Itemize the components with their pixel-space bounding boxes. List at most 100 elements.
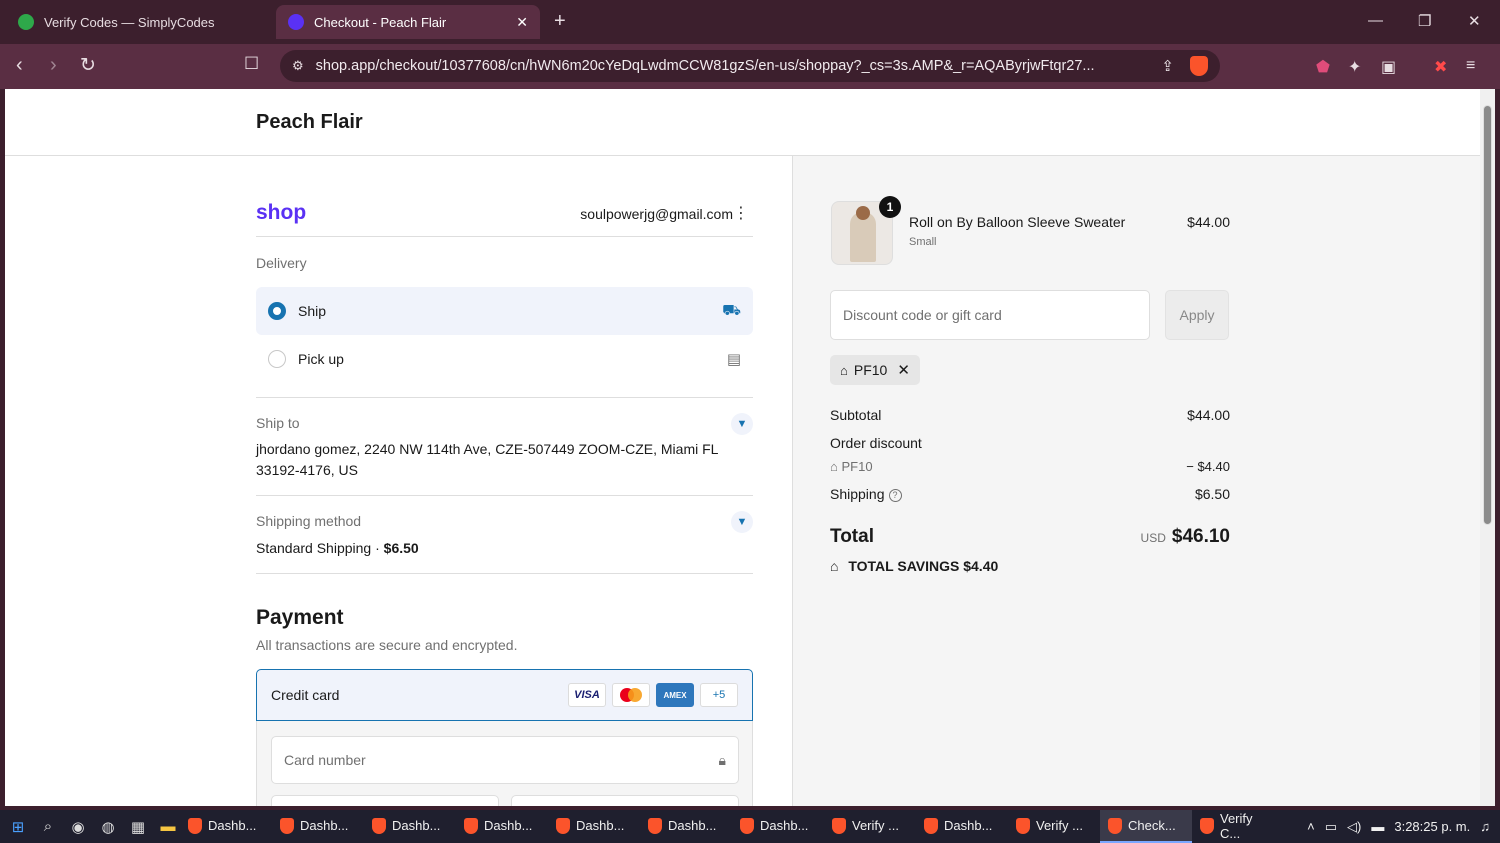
extension-shield-icon[interactable]: ⬟: [1316, 57, 1330, 77]
currency-code: USD: [1140, 531, 1166, 545]
tab-verify-codes[interactable]: Verify Codes — SimplyCodes: [6, 5, 268, 39]
taskbar-item[interactable]: Dashb...: [916, 810, 1008, 843]
ship-to-expand-chevron-down-icon[interactable]: ▼: [731, 413, 753, 435]
shipping-method-price: $6.50: [383, 540, 419, 556]
minimize-icon[interactable]: —: [1368, 12, 1383, 29]
option-label: Pick up: [298, 351, 344, 367]
help-icon[interactable]: ?: [888, 489, 902, 502]
back-icon[interactable]: ‹: [16, 54, 23, 77]
browser-app-icon[interactable]: ◍: [96, 815, 120, 839]
network-icon[interactable]: ▭: [1325, 819, 1337, 835]
apply-button[interactable]: Apply: [1165, 290, 1229, 340]
volume-icon[interactable]: ◁): [1347, 819, 1361, 835]
total-label: Total: [830, 526, 874, 547]
taskbar-item-label: Dashb...: [944, 818, 993, 833]
delivery-option-ship[interactable]: Ship ⛟: [256, 287, 753, 335]
chevron-up-icon[interactable]: ˄: [1307, 819, 1315, 834]
delivery-option-pickup[interactable]: Pick up ▤: [256, 335, 753, 383]
discount-code-input[interactable]: Discount code or gift card: [830, 290, 1150, 340]
brave-icon: [924, 817, 938, 834]
reader-mode-icon[interactable]: ▣: [1381, 57, 1396, 77]
calculator-app-icon[interactable]: ▦: [126, 815, 150, 839]
taskbar-item-label: Dashb...: [300, 818, 349, 833]
forward-icon[interactable]: ›: [50, 54, 57, 77]
url-text: shop.app/checkout/10377608/cn/hWN6m20cYe…: [315, 58, 1095, 74]
close-tab-icon[interactable]: ✕: [516, 14, 528, 31]
restore-icon[interactable]: ❐: [1418, 12, 1431, 30]
card-brands: VISA AMEX +5: [568, 683, 738, 707]
profile-icon[interactable]: ✖: [1434, 57, 1447, 77]
credit-card-option[interactable]: Credit card VISA AMEX +5: [256, 669, 753, 721]
share-icon[interactable]: ⇪: [1161, 57, 1174, 75]
scrollbar-thumb[interactable]: [1483, 105, 1492, 525]
taskbar-item-label: Verify ...: [852, 818, 899, 833]
file-explorer-icon[interactable]: ▬: [156, 815, 180, 839]
camera-app-icon[interactable]: ◉: [66, 815, 90, 839]
shop-logo: shop: [256, 201, 307, 224]
taskbar-item[interactable]: Dashb...: [732, 810, 824, 843]
taskbar-item[interactable]: Dashb...: [272, 810, 364, 843]
search-icon[interactable]: ⌕: [36, 815, 60, 839]
taskbar-item[interactable]: Verify ...: [824, 810, 916, 843]
remove-discount-icon[interactable]: ✕: [897, 361, 910, 379]
shipping-method-name: Standard Shipping: [256, 540, 372, 556]
taskbar-item[interactable]: Verify C...: [1192, 810, 1284, 843]
menu-icon[interactable]: ≡: [1466, 57, 1475, 75]
account-email: soulpowerjg@gmail.com: [580, 206, 733, 222]
brave-icon: [832, 817, 846, 834]
ship-radio[interactable]: [268, 302, 286, 320]
browser-tab-bar: Verify Codes — SimplyCodes Checkout - Pe…: [0, 0, 1500, 44]
taskbar-item[interactable]: Dashb...: [548, 810, 640, 843]
divider: [256, 495, 753, 496]
taskbar-item[interactable]: Dashb...: [456, 810, 548, 843]
security-code-field[interactable]: [511, 795, 739, 806]
brave-shields-icon[interactable]: [1190, 56, 1208, 76]
discount-placeholder: Discount code or gift card: [843, 307, 1002, 323]
ship-to-label: Ship to: [256, 415, 300, 431]
brave-icon: [1108, 817, 1122, 834]
taskbar-item-label: Check...: [1128, 818, 1176, 833]
taskbar-item[interactable]: Check...: [1100, 810, 1192, 843]
credit-card-fields: Card number 🔒︎: [256, 721, 753, 806]
taskbar-item[interactable]: Dashb...: [364, 810, 456, 843]
store-name[interactable]: Peach Flair: [256, 111, 363, 134]
reload-icon[interactable]: ↻: [80, 54, 96, 77]
total-value: $46.10: [1171, 526, 1230, 547]
pickup-radio[interactable]: [268, 350, 286, 368]
expiration-field[interactable]: [271, 795, 499, 806]
tab-checkout[interactable]: Checkout - Peach Flair ✕: [276, 5, 540, 39]
extensions-icon[interactable]: ✦: [1348, 57, 1361, 77]
brave-icon: [648, 817, 662, 834]
close-window-icon[interactable]: ✕: [1468, 12, 1481, 30]
tag-icon: ⌂: [840, 362, 848, 378]
shipping-method-label: Shipping method: [256, 513, 362, 529]
clock[interactable]: 3:28:25 p. m.: [1394, 819, 1470, 834]
taskbar-item-label: Verify C...: [1220, 810, 1253, 841]
taskbar-item-label: Verify ...: [1036, 818, 1083, 833]
notifications-icon[interactable]: ♫: [1480, 819, 1490, 834]
bookmark-icon[interactable]: ☐: [244, 54, 259, 74]
shipping-method-expand-chevron-down-icon[interactable]: ▼: [731, 511, 753, 533]
savings-label: TOTAL SAVINGS: [848, 558, 960, 574]
display-icon[interactable]: ▬: [1371, 819, 1384, 834]
discount-value: − $4.40: [1186, 459, 1230, 474]
account-menu-icon[interactable]: ⋮: [733, 203, 749, 223]
address-bar[interactable]: ⚙ shop.app/checkout/10377608/cn/hWN6m20c…: [280, 50, 1220, 82]
taskbar-item-label: Dashb...: [668, 818, 717, 833]
site-settings-icon[interactable]: ⚙: [292, 58, 304, 74]
subtotal-row: Subtotal $44.00: [830, 407, 1230, 423]
credit-card-label: Credit card: [271, 687, 340, 703]
taskbar-item[interactable]: Verify ...: [1008, 810, 1100, 843]
taskbar-item[interactable]: Dashb...: [180, 810, 272, 843]
order-summary: 1 Roll on By Balloon Sleeve Sweater Smal…: [792, 156, 1480, 806]
taskbar-item[interactable]: Dashb...: [640, 810, 732, 843]
payment-title: Payment: [256, 606, 344, 629]
windows-start-icon[interactable]: ⊞: [6, 815, 30, 839]
card-number-field[interactable]: Card number 🔒︎: [271, 736, 739, 784]
brave-icon: [740, 817, 754, 834]
page-scrollbar[interactable]: [1480, 89, 1495, 806]
lock-icon: 🔒︎: [718, 751, 726, 768]
more-cards-badge: +5: [700, 683, 738, 707]
store-icon: ▤: [726, 351, 741, 368]
new-tab-button[interactable]: +: [554, 10, 566, 33]
